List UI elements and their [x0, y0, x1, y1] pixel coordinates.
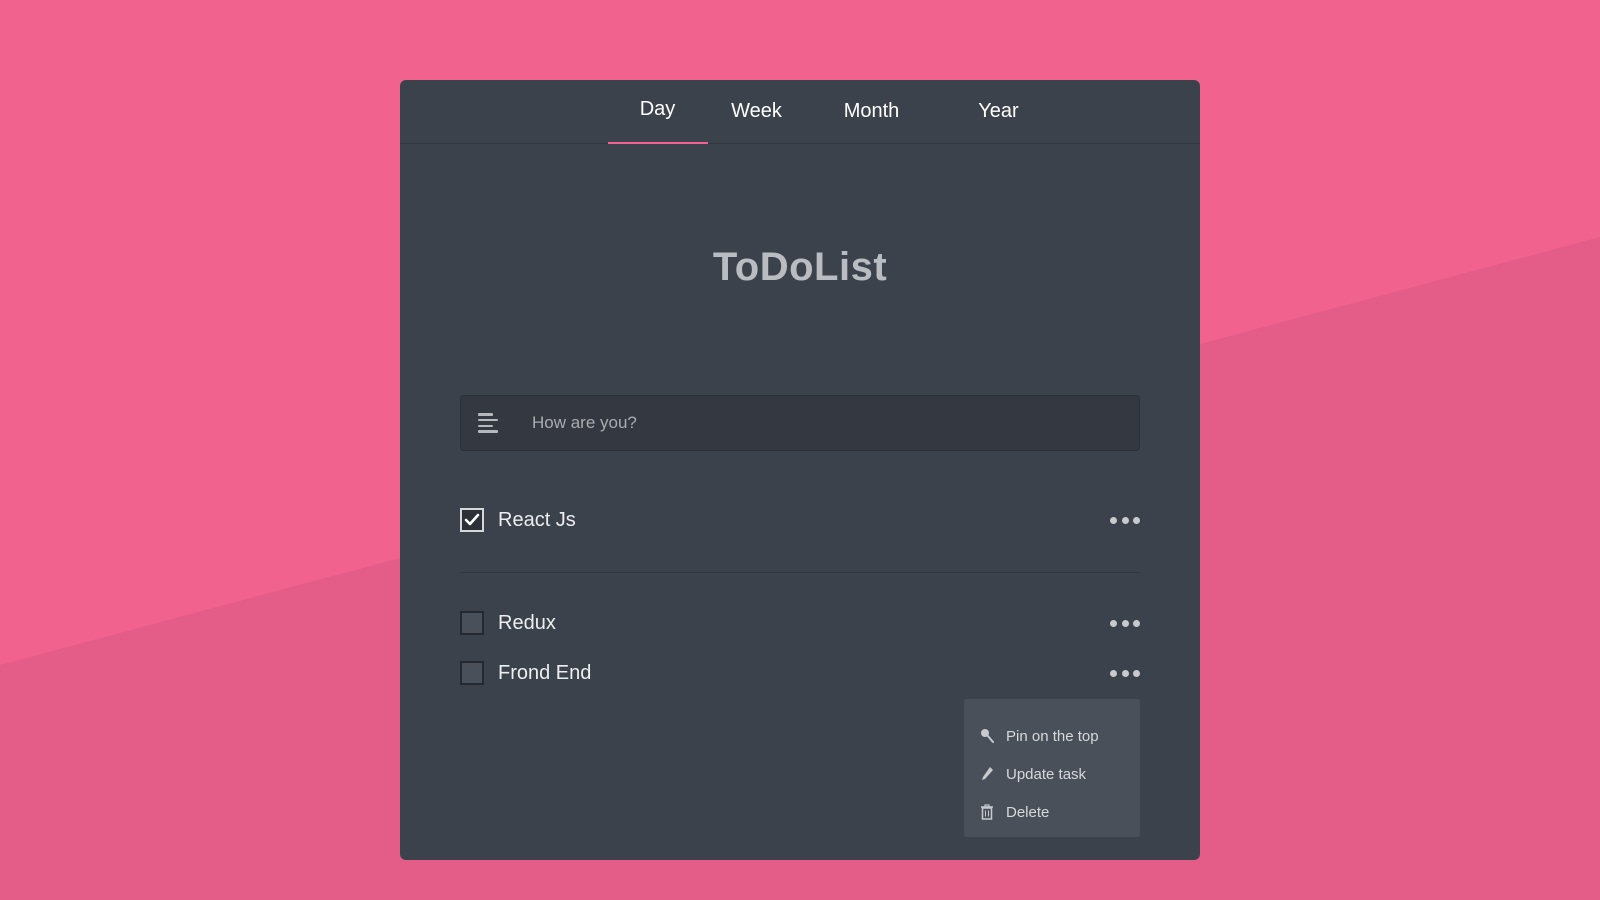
more-options-icon[interactable]	[1110, 665, 1140, 681]
menu-item-pin[interactable]: Pin on the top	[964, 717, 1140, 755]
tab-week[interactable]: Week	[708, 80, 806, 143]
task-checkbox-redux[interactable]	[460, 611, 484, 635]
task-checkbox-react[interactable]	[460, 508, 484, 532]
more-options-icon[interactable]	[1110, 512, 1140, 528]
task-row-redux: Redux	[460, 608, 1140, 638]
checkmark-icon	[464, 513, 480, 526]
tab-day-label: Day	[639, 98, 676, 120]
tab-year[interactable]: Year	[938, 80, 1060, 143]
tab-month[interactable]: Month	[806, 80, 938, 143]
menu-item-delete[interactable]: Delete	[964, 793, 1140, 831]
menu-item-delete-label: Delete	[1006, 803, 1050, 821]
period-tabs: Day Week Month Year	[400, 80, 1200, 144]
menu-item-update-label: Update task	[1006, 765, 1087, 783]
pencil-icon	[980, 766, 994, 782]
task-label-react: React Js	[498, 508, 576, 531]
menu-item-update[interactable]: Update task	[964, 755, 1140, 793]
task-row-frontend: Frond End	[460, 658, 1140, 688]
tab-week-label: Week	[731, 100, 782, 122]
task-input[interactable]	[530, 412, 1139, 434]
pin-icon	[980, 728, 994, 744]
tab-month-label: Month	[843, 100, 900, 122]
task-label-frontend: Frond End	[498, 661, 592, 684]
tab-year-label: Year	[978, 100, 1019, 122]
menu-item-pin-label: Pin on the top	[1006, 727, 1099, 745]
page-title: ToDoList	[712, 245, 888, 289]
task-divider	[460, 572, 1140, 573]
todo-card: Day Week Month Year ToDoList React Js	[400, 80, 1200, 860]
task-row-react: React Js	[460, 505, 1140, 535]
tab-day[interactable]: Day	[607, 80, 708, 144]
more-options-icon[interactable]	[1110, 615, 1140, 631]
task-options-menu: Pin on the top Update task Delete	[964, 699, 1140, 837]
task-checkbox-frontend[interactable]	[460, 661, 484, 685]
trash-icon	[980, 804, 994, 820]
task-input-box	[460, 395, 1140, 451]
task-label-redux: Redux	[498, 611, 556, 634]
active-tab-underline	[607, 142, 708, 144]
text-align-left-icon	[478, 413, 500, 433]
